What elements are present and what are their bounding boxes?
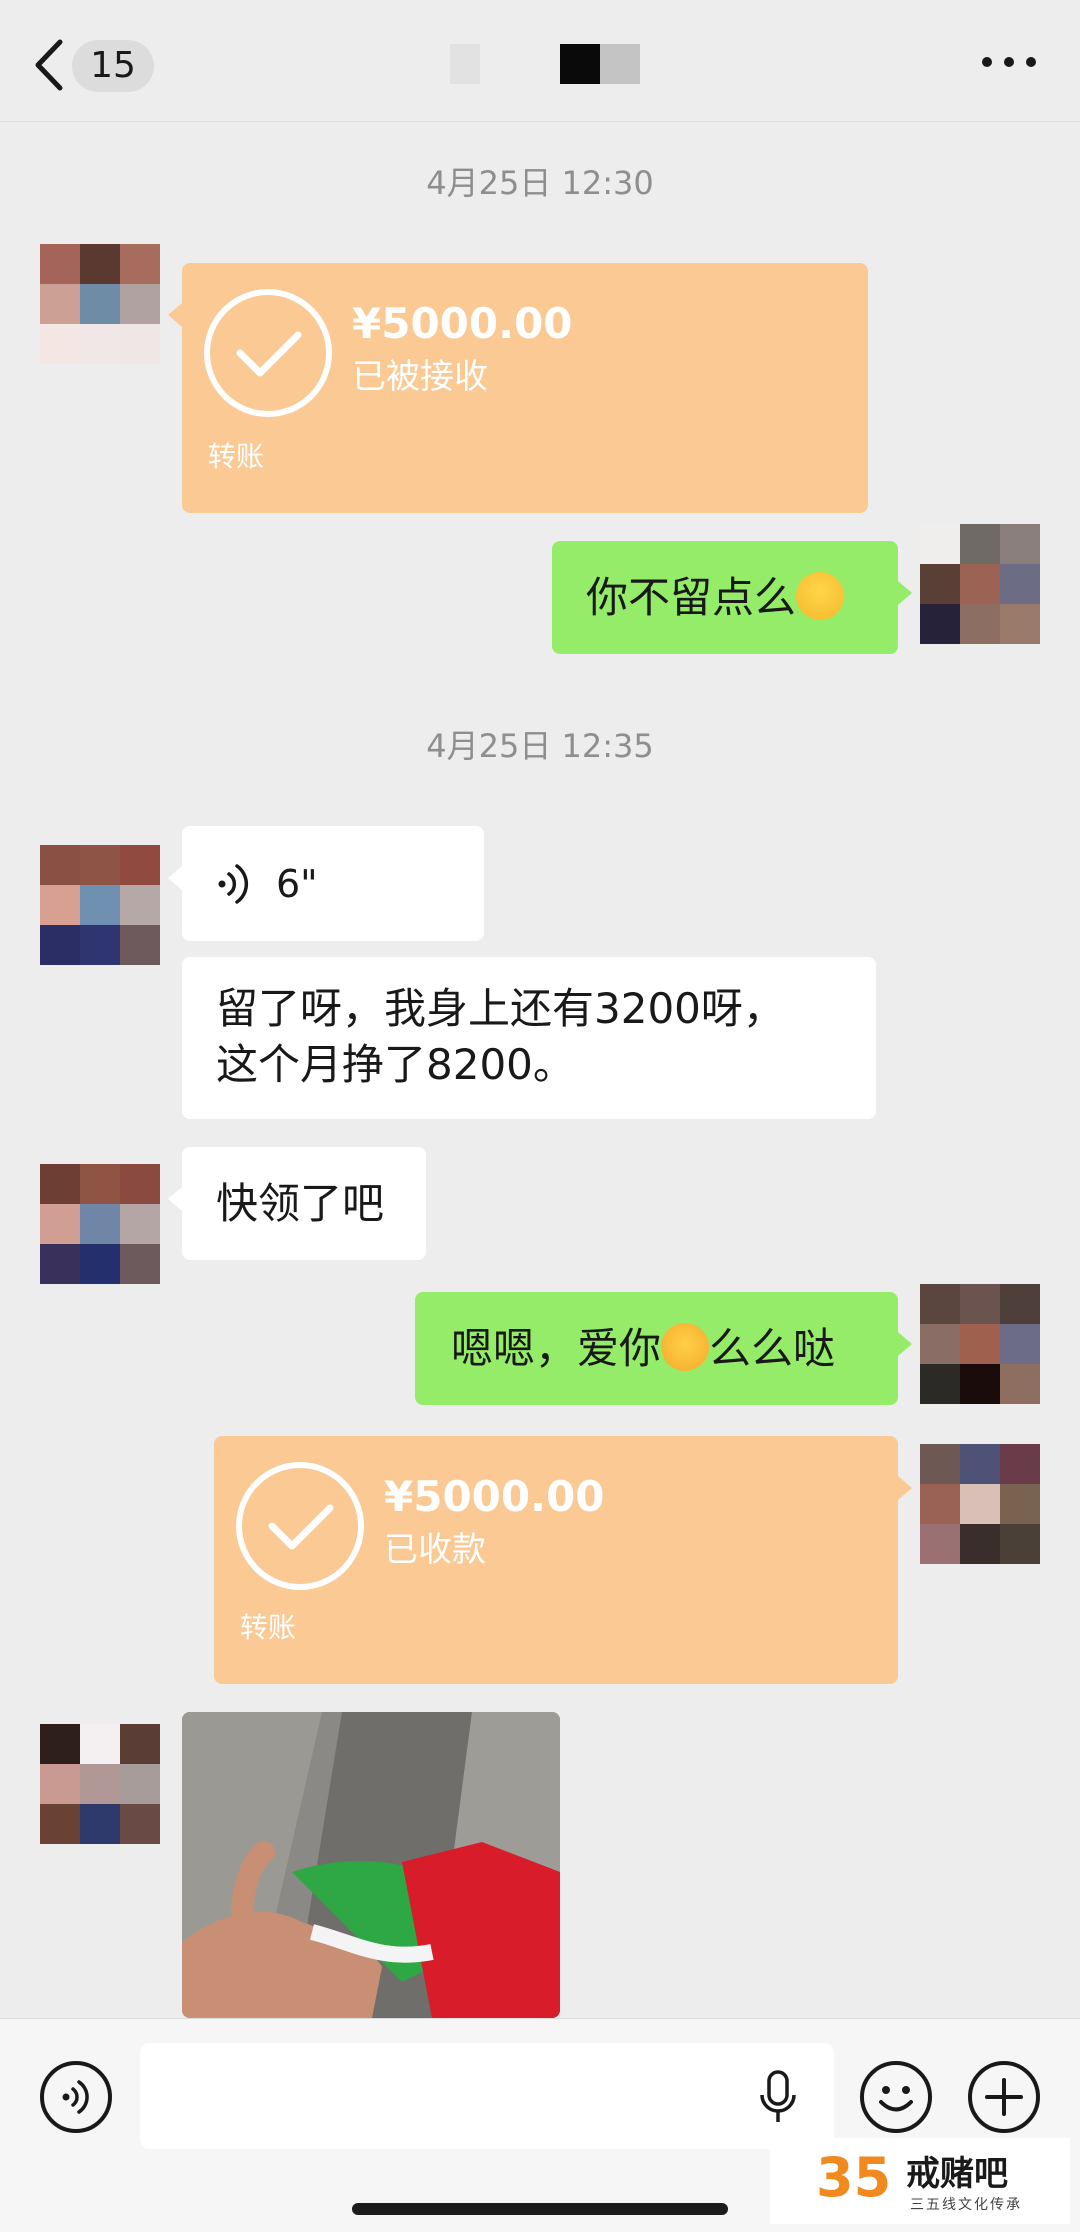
message-bubble-incoming[interactable]: 快领了吧	[168, 1147, 426, 1260]
plus-icon[interactable]	[968, 2061, 1040, 2133]
checkmark-icon	[236, 1462, 364, 1590]
transfer-status: 已被接收	[352, 357, 488, 397]
message-text: 留了呀，我身上还有3200呀，	[216, 984, 785, 1033]
chat-header: 15	[0, 0, 1080, 122]
chevron-left-icon[interactable]	[30, 38, 70, 92]
watermark-title: 戒赌吧	[906, 2154, 1008, 2194]
message-text: 么么哒	[709, 1324, 836, 1373]
microphone-icon[interactable]	[758, 2069, 798, 2125]
watermark-subtitle: 三五线文化传承	[910, 2197, 1022, 2213]
chat-title	[600, 44, 640, 84]
message-bubble-outgoing[interactable]: 你不留点么	[552, 541, 912, 654]
transfer-label: 转账	[240, 1611, 297, 1644]
watermark-logo: 35 戒赌吧 三五线文化传承	[770, 2138, 1070, 2224]
message-text: 这个月挣了8200。	[216, 1040, 575, 1089]
timestamp: 4月25日 12:35	[426, 727, 654, 765]
watermark-number: 35	[816, 2146, 892, 2209]
message-bubble-outgoing[interactable]: 嗯嗯，爱你 么么哒	[415, 1292, 912, 1405]
transfer-status: 已收款	[384, 1530, 486, 1570]
transfer-amount: ¥5000.00	[384, 1472, 605, 1521]
unread-count-badge[interactable]: 15	[72, 40, 154, 92]
voice-mode-icon[interactable]	[40, 2061, 112, 2133]
avatar[interactable]	[920, 1284, 1040, 1404]
voice-message-bubble[interactable]: 6"	[168, 826, 484, 941]
avatar[interactable]	[920, 524, 1040, 644]
avatar[interactable]	[40, 244, 160, 364]
avatar[interactable]	[40, 1164, 160, 1284]
transfer-received-card[interactable]: ¥5000.00 已被接收 转账	[168, 263, 868, 513]
transfer-label: 转账	[208, 440, 265, 473]
ellipsis-icon[interactable]	[982, 50, 1036, 74]
chat-title	[560, 44, 600, 84]
message-text: 你不留点么	[586, 573, 797, 622]
message-text: 嗯嗯，爱你	[451, 1324, 662, 1373]
voice-wave-icon	[218, 864, 249, 904]
photo-content	[182, 1712, 560, 2018]
transfer-amount: ¥5000.00	[352, 299, 573, 348]
transfer-collected-card[interactable]: ¥5000.00 已收款 转账	[214, 1436, 912, 1684]
avatar[interactable]	[920, 1444, 1040, 1564]
image-message[interactable]	[182, 1712, 560, 2018]
voice-duration: 6"	[276, 862, 318, 906]
kissing-emoji-icon	[796, 572, 845, 620]
chat-title	[450, 44, 480, 84]
timestamp: 4月25日 12:30	[426, 164, 654, 202]
avatar[interactable]	[40, 845, 160, 965]
checkmark-icon	[204, 289, 332, 417]
message-input[interactable]	[140, 2043, 834, 2149]
home-indicator	[352, 2203, 728, 2215]
smiley-icon[interactable]	[860, 2061, 932, 2133]
avatar[interactable]	[40, 1724, 160, 1844]
message-text: 快领了吧	[216, 1179, 385, 1228]
message-bubble-incoming[interactable]: 留了呀，我身上还有3200呀， 这个月挣了8200。	[182, 957, 876, 1119]
smiling-hearts-emoji-icon	[661, 1323, 710, 1371]
